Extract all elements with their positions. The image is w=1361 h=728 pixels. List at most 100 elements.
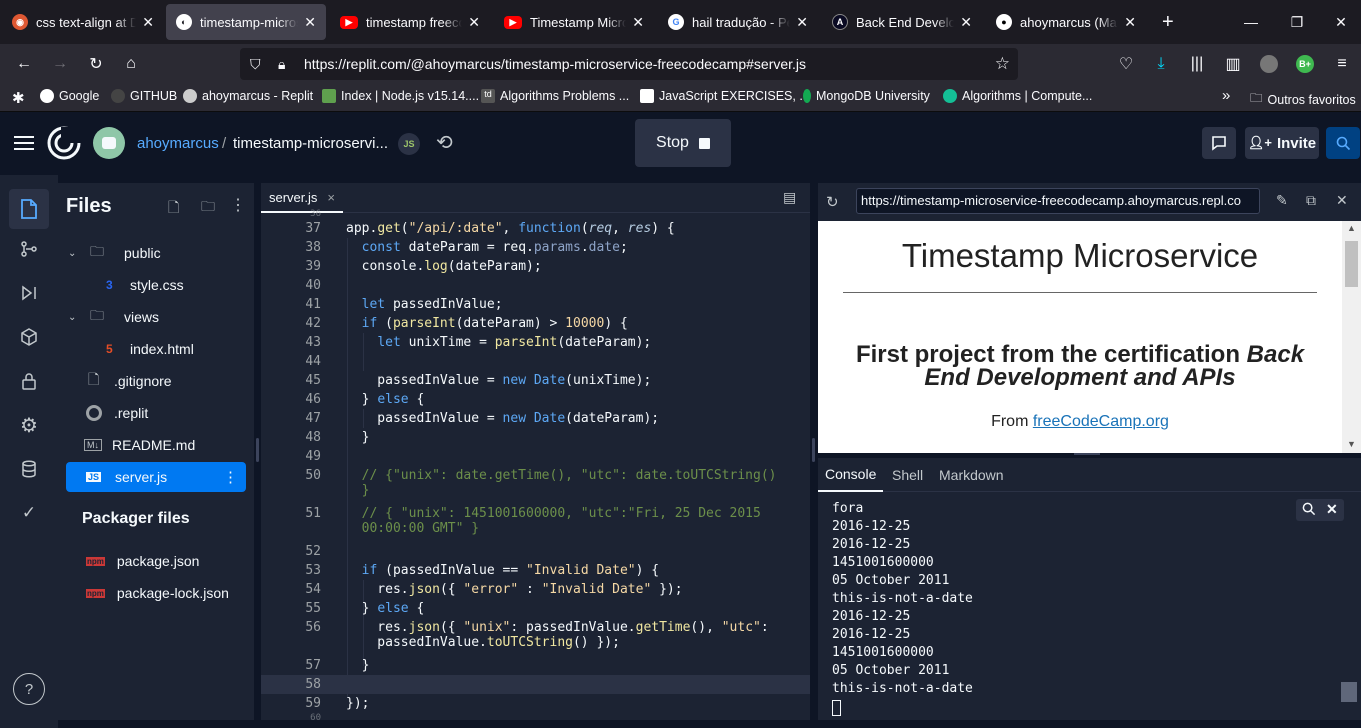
console-search-icon[interactable]: [1302, 502, 1316, 521]
code-line[interactable]: let passedInValue;: [346, 297, 503, 312]
panel-resize-handle[interactable]: [812, 438, 815, 462]
editor-format-icon[interactable]: ▤: [783, 189, 796, 206]
horizontal-resize-handle[interactable]: [1074, 453, 1100, 455]
nodejs-language-icon[interactable]: JS: [398, 133, 420, 155]
home-icon[interactable]: ⌂: [119, 52, 143, 76]
file-tree-folder-public[interactable]: ⌄ 🗀︎ public: [66, 238, 246, 268]
chevron-down-icon[interactable]: ⌄: [68, 248, 84, 259]
other-bookmarks[interactable]: 🗀︎ Outros favoritos: [1250, 89, 1356, 110]
tab-markdown[interactable]: Markdown: [932, 458, 1011, 492]
settings-gear-icon[interactable]: ⚙: [13, 409, 45, 441]
help-button[interactable]: ?: [13, 673, 45, 705]
repl-name[interactable]: timestamp-microservi...: [233, 135, 388, 152]
files-more-icon[interactable]: ⋮: [230, 195, 246, 215]
browser-tab[interactable]: ◉ css text-align at Duc ✕: [2, 4, 164, 40]
close-tab-icon[interactable]: ✕: [468, 14, 480, 31]
bookmark-item[interactable]: Index | Node.js v15.14....: [322, 89, 479, 103]
file-tree-item-index-html[interactable]: 5 index.html: [66, 334, 246, 364]
edit-url-icon[interactable]: ✎: [1276, 192, 1288, 209]
forward-icon[interactable]: →: [48, 52, 72, 76]
code-line[interactable]: }: [346, 658, 370, 673]
bookmark-item[interactable]: MongoDB University: [803, 89, 930, 103]
bookmark-item[interactable]: GITHUB: [111, 89, 177, 103]
browser-tab-active[interactable]: ◐ timestamp-microservice ✕: [166, 4, 326, 40]
file-tree-item-style-css[interactable]: 3 style.css: [66, 270, 246, 300]
browser-tab[interactable]: G hail tradução - Pesquisa ✕: [658, 4, 818, 40]
account-avatar-icon[interactable]: [1257, 52, 1281, 76]
close-webview-icon[interactable]: ✕: [1336, 192, 1348, 209]
chat-button[interactable]: [1202, 127, 1236, 159]
tab-shell[interactable]: Shell: [885, 458, 930, 492]
code-line[interactable]: });: [346, 696, 369, 711]
close-tab-icon[interactable]: ×: [327, 190, 335, 205]
close-tab-icon[interactable]: ✕: [632, 14, 644, 31]
address-bar[interactable]: ⛉ 🔒︎ https://replit.com/@ahoymarcus/time…: [240, 48, 1018, 80]
window-close-icon[interactable]: ✕: [1318, 0, 1361, 44]
webview-url-input[interactable]: https://timestamp-microservice-freecodec…: [856, 188, 1260, 214]
extension-icon[interactable]: B+: [1293, 52, 1317, 76]
url-text[interactable]: https://replit.com/@ahoymarcus/timestamp…: [304, 56, 806, 72]
new-folder-icon[interactable]: 🗀︎: [201, 196, 215, 220]
close-tab-icon[interactable]: ✕: [960, 14, 972, 31]
search-button[interactable]: [1326, 127, 1360, 159]
file-tree-item-readme[interactable]: M↓ README.md: [66, 430, 246, 460]
close-tab-icon[interactable]: ✕: [796, 14, 808, 31]
close-tab-icon[interactable]: ✕: [1124, 14, 1136, 31]
back-icon[interactable]: ←: [12, 52, 36, 76]
invite-button[interactable]: 👤︎+ Invite: [1245, 127, 1319, 159]
code-comment[interactable]: // {"unix": date.getTime(), "utc": date.…: [346, 468, 777, 498]
stop-button[interactable]: Stop: [635, 119, 731, 167]
bookmark-item[interactable]: ahoymarcus - Replit: [183, 89, 313, 103]
code-line[interactable]: }: [346, 430, 370, 445]
minimize-icon[interactable]: —: [1228, 0, 1274, 44]
username-link[interactable]: ahoymarcus: [137, 135, 219, 152]
secrets-lock-icon[interactable]: [13, 365, 45, 397]
library-icon[interactable]: |||: [1185, 52, 1209, 76]
debugger-icon[interactable]: [13, 277, 45, 309]
bookmark-puzzle[interactable]: ✱: [12, 89, 25, 107]
code-line[interactable]: let unixTime = parseInt(dateParam);: [346, 335, 651, 350]
file-tree-item-server-js[interactable]: JS server.js ⋮: [66, 462, 246, 492]
browser-tab[interactable]: A Back End Development ✕: [822, 4, 982, 40]
open-new-tab-icon[interactable]: ⧉: [1306, 192, 1316, 209]
panel-resize-handle[interactable]: [256, 438, 259, 462]
file-tree-folder-views[interactable]: ⌄ 🗀︎ views: [66, 302, 246, 332]
bookmark-item[interactable]: JavaScript EXERCISES, ...: [640, 89, 810, 103]
replit-logo-icon[interactable]: [47, 126, 81, 160]
webview-reload-icon[interactable]: ↻: [826, 193, 839, 211]
pocket-icon[interactable]: ♡: [1114, 52, 1138, 76]
reload-icon[interactable]: ↻: [84, 52, 108, 76]
bookmarks-overflow-button[interactable]: »: [1222, 87, 1230, 104]
packages-cube-icon[interactable]: [13, 321, 45, 353]
code-line[interactable]: } else {: [346, 601, 425, 616]
code-line[interactable]: res.json({ "unix": passedInValue.getTime…: [346, 620, 768, 650]
unit-tests-check-icon[interactable]: ✓: [13, 497, 45, 529]
history-icon[interactable]: ⟲: [436, 130, 453, 155]
new-file-icon[interactable]: 🗋︎: [168, 197, 179, 221]
repl-avatar[interactable]: [93, 127, 125, 159]
sidebar-icon[interactable]: ▥: [1221, 52, 1245, 76]
file-more-icon[interactable]: ⋮: [223, 468, 238, 486]
close-tab-icon[interactable]: ✕: [142, 14, 154, 31]
restore-icon[interactable]: ❐: [1274, 0, 1320, 44]
freecodecamp-link[interactable]: freeCodeCamp.org: [1033, 413, 1169, 430]
close-tab-icon[interactable]: ✕: [304, 14, 316, 31]
bookmark-item[interactable]: td Algorithms Problems ...: [481, 89, 629, 103]
console-clear-icon[interactable]: ✕: [1326, 501, 1338, 518]
download-icon[interactable]: ⤓: [1149, 52, 1173, 76]
webview-scrollbar[interactable]: ▲ ▼: [1342, 221, 1361, 453]
browser-tab[interactable]: ● ahoymarcus (Marcus) ✕: [986, 4, 1146, 40]
code-line[interactable]: passedInValue = new Date(unixTime);: [346, 373, 651, 388]
code-comment[interactable]: // { "unix": 1451001600000, "utc":"Fri, …: [346, 506, 761, 536]
version-control-icon[interactable]: [13, 233, 45, 265]
browser-tab[interactable]: ▶ Timestamp Microservice ✕: [494, 4, 654, 40]
new-tab-button[interactable]: +: [1152, 4, 1182, 40]
bookmark-item[interactable]: Algorithms | Compute...: [943, 89, 1092, 103]
files-tool-icon[interactable]: [9, 189, 49, 229]
chevron-down-icon[interactable]: ⌄: [68, 312, 84, 323]
code-line[interactable]: passedInValue = new Date(dateParam);: [346, 411, 659, 426]
code-line[interactable]: app.get("/api/:date", function(req, res)…: [346, 221, 675, 236]
file-tree-item-gitignore[interactable]: 🗋︎ .gitignore: [66, 366, 246, 396]
tab-console[interactable]: Console: [818, 458, 884, 492]
bookmark-star-icon[interactable]: ☆: [995, 54, 1010, 74]
